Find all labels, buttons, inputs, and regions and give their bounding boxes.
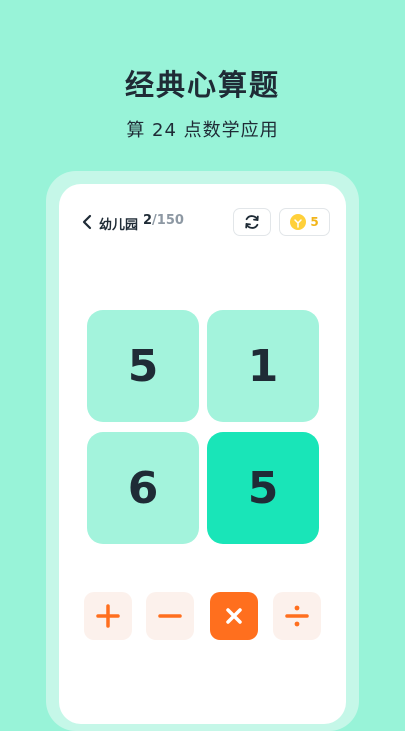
level-progress: 2/150 xyxy=(143,213,184,228)
level-current: 2 xyxy=(143,213,153,228)
multiply-button[interactable] xyxy=(210,592,258,640)
divide-icon xyxy=(285,605,309,627)
add-button[interactable] xyxy=(84,592,132,640)
lightbulb-icon xyxy=(290,214,307,230)
times-icon xyxy=(226,608,242,624)
level-name: 幼儿园 xyxy=(99,218,139,233)
chevron-left-icon xyxy=(82,214,92,230)
hint-button[interactable]: 5 xyxy=(279,208,330,236)
divide-button[interactable] xyxy=(273,592,321,640)
refresh-button[interactable] xyxy=(233,208,271,236)
minus-icon xyxy=(158,614,182,618)
level-total: /150 xyxy=(152,213,184,228)
back-button[interactable] xyxy=(80,214,94,230)
refresh-icon xyxy=(245,215,259,229)
number-card[interactable]: 1 xyxy=(207,310,319,422)
plus-icon xyxy=(96,604,120,628)
number-card-selected[interactable]: 5 xyxy=(207,432,319,544)
subline: 算 24 点数学应用 xyxy=(126,120,279,141)
number-card[interactable]: 6 xyxy=(87,432,199,544)
number-card[interactable]: 5 xyxy=(87,310,199,422)
hint-count: 5 xyxy=(310,215,319,229)
subtract-button[interactable] xyxy=(146,592,194,640)
headline: 经典心算题 xyxy=(124,68,280,102)
